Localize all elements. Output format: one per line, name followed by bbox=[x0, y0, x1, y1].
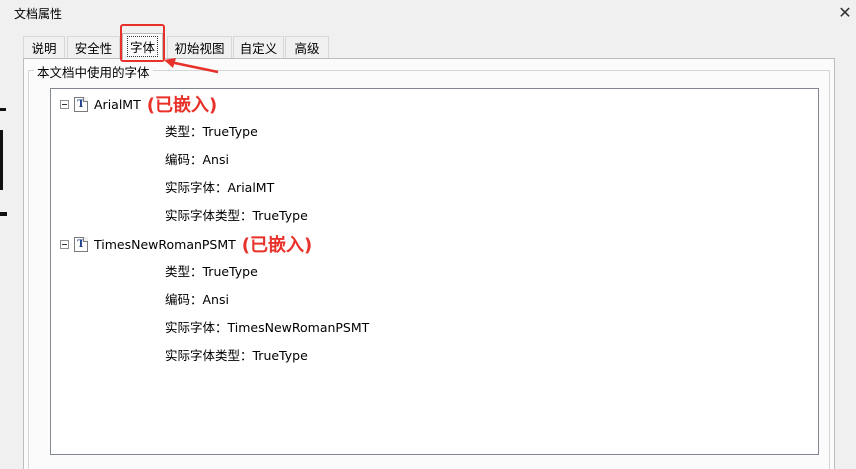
tree-node-font[interactable]: T TimesNewRomanPSMT (已嵌入) bbox=[60, 234, 313, 256]
font-encoding: 编码：Ansi bbox=[165, 292, 229, 307]
close-icon[interactable]: ✕ bbox=[834, 2, 856, 22]
font-encoding: 编码：Ansi bbox=[165, 152, 229, 167]
fonts-group-legend: 本文档中使用的字体 bbox=[34, 62, 153, 81]
tab-custom-label: 自定义 bbox=[239, 41, 278, 56]
actual-font: 实际字体：TimesNewRomanPSMT bbox=[165, 320, 370, 335]
tab-advanced-label: 高级 bbox=[294, 41, 320, 56]
actual-font-type: 实际字体类型：TrueType bbox=[165, 348, 308, 363]
actual-font-type: 实际字体类型：TrueType bbox=[165, 208, 308, 223]
minus-square-icon[interactable] bbox=[60, 239, 69, 249]
tree-node-font[interactable]: T ArialMT (已嵌入) bbox=[60, 94, 218, 116]
tab-custom[interactable]: 自定义 bbox=[233, 36, 284, 58]
minus-square-icon[interactable] bbox=[60, 99, 69, 109]
annotation-arrow-icon bbox=[164, 58, 219, 74]
font-name: TimesNewRomanPSMT bbox=[94, 236, 236, 252]
tab-description[interactable]: 说明 bbox=[23, 36, 65, 58]
window-title: 文档属性 bbox=[14, 7, 63, 21]
title-bar: 文档属性 ✕ bbox=[0, 0, 856, 26]
embedded-annotation: (已嵌入) bbox=[241, 235, 313, 256]
font-name: ArialMT bbox=[94, 96, 141, 112]
tab-security[interactable]: 安全性 bbox=[67, 36, 120, 58]
actual-font: 实际字体：ArialMT bbox=[165, 180, 275, 195]
font-tree[interactable]: T ArialMT (已嵌入) 类型：TrueType 编码：Ansi 实际字体… bbox=[50, 88, 819, 455]
tab-advanced[interactable]: 高级 bbox=[285, 36, 329, 58]
background-fragment bbox=[0, 100, 7, 220]
font-type: 类型：TrueType bbox=[165, 124, 258, 139]
embedded-annotation: (已嵌入) bbox=[146, 95, 218, 116]
tab-description-label: 说明 bbox=[31, 41, 57, 56]
font-type: 类型：TrueType bbox=[165, 264, 258, 279]
highlight-box bbox=[120, 24, 165, 62]
tab-security-label: 安全性 bbox=[74, 41, 113, 56]
truetype-font-icon: T bbox=[74, 236, 88, 252]
truetype-font-icon: T bbox=[74, 96, 88, 112]
